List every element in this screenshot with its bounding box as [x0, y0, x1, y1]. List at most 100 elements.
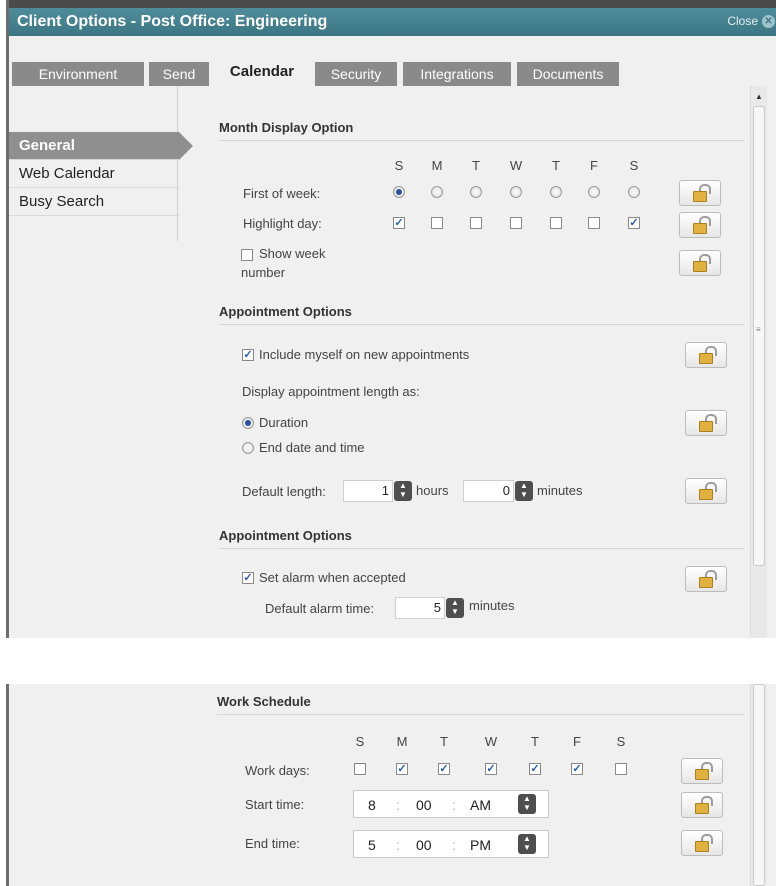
default-alarm-label: Default alarm time:: [265, 601, 375, 616]
start-time-input[interactable]: 8 : 00 : AM ▲ ▼: [353, 790, 549, 818]
vertical-scrollbar[interactable]: [750, 684, 767, 886]
divider: [219, 324, 745, 325]
end-time-input[interactable]: 5 : 00 : PM ▲ ▼: [353, 830, 549, 858]
day-header-wed: W: [484, 734, 498, 749]
scrollbar-thumb[interactable]: ≡: [753, 106, 765, 566]
start-hour[interactable]: 8: [368, 797, 376, 813]
day-header-thu: T: [531, 734, 539, 749]
tab-send[interactable]: Send: [149, 62, 209, 86]
display-length-label: Display appointment length as:: [242, 384, 420, 399]
minutes-stepper[interactable]: ▲ ▼: [515, 481, 533, 501]
day-header-mon: M: [431, 158, 443, 173]
sidebar-item-general[interactable]: General: [9, 132, 193, 160]
set-alarm-checkbox[interactable]: ✓: [242, 572, 254, 584]
divider: [219, 548, 745, 549]
workday-checkbox-sat[interactable]: [615, 763, 627, 775]
first-of-week-radio-sat[interactable]: [628, 186, 640, 198]
lock-button[interactable]: [685, 342, 727, 368]
vertical-scrollbar[interactable]: ▲ ≡: [750, 86, 767, 638]
lock-icon: [699, 421, 713, 432]
highlight-checkbox-mon[interactable]: [431, 217, 443, 229]
day-header-sun: S: [355, 734, 365, 749]
day-header-sat: S: [629, 158, 639, 173]
include-myself-checkbox[interactable]: ✓: [242, 349, 254, 361]
minutes-label: minutes: [537, 483, 583, 498]
minutes-input[interactable]: 0: [463, 480, 514, 502]
lock-icon: [695, 841, 709, 852]
first-of-week-label: First of week:: [243, 186, 321, 201]
show-week-number-label-2: number: [241, 265, 286, 280]
duration-radio[interactable]: [242, 417, 254, 429]
show-week-number-checkbox[interactable]: [241, 249, 253, 261]
day-header-sun: S: [394, 158, 404, 173]
workday-checkbox-thu[interactable]: ✓: [529, 763, 541, 775]
lock-button[interactable]: [681, 830, 723, 856]
alarm-minutes-input[interactable]: 5: [395, 597, 445, 619]
tab-security[interactable]: Security: [315, 62, 397, 86]
grip-icon: ≡: [756, 325, 761, 334]
lock-icon: [693, 191, 707, 202]
end-date-time-radio[interactable]: [242, 442, 254, 454]
day-header-fri: F: [590, 158, 598, 173]
first-of-week-radio-sun[interactable]: [393, 186, 405, 198]
work-schedule-heading: Work Schedule: [217, 694, 311, 709]
lock-button[interactable]: [685, 478, 727, 504]
hours-stepper[interactable]: ▲ ▼: [394, 481, 412, 501]
close-button[interactable]: Close ✕: [727, 14, 775, 28]
lock-button[interactable]: [679, 212, 721, 238]
lock-button[interactable]: [679, 250, 721, 276]
workday-checkbox-wed[interactable]: ✓: [485, 763, 497, 775]
highlight-checkbox-sat[interactable]: ✓: [628, 217, 640, 229]
highlight-checkbox-thu[interactable]: [550, 217, 562, 229]
time-separator: :: [396, 837, 400, 853]
workday-checkbox-fri[interactable]: ✓: [571, 763, 583, 775]
day-header-fri: F: [573, 734, 581, 749]
start-minute[interactable]: 00: [416, 797, 432, 813]
highlight-checkbox-wed[interactable]: [510, 217, 522, 229]
title-bar: Client Options - Post Office: Engineerin…: [9, 0, 776, 36]
tab-integrations[interactable]: Integrations: [403, 62, 511, 86]
tab-calendar[interactable]: Calendar: [215, 60, 309, 86]
time-separator: :: [396, 797, 400, 813]
lock-icon: [695, 769, 709, 780]
scrollbar-thumb[interactable]: [753, 684, 765, 886]
include-myself-label: Include myself on new appointments: [259, 347, 470, 362]
lock-button[interactable]: [679, 180, 721, 206]
end-hour[interactable]: 5: [368, 837, 376, 853]
close-label: Close: [727, 14, 758, 28]
start-ampm[interactable]: AM: [470, 797, 491, 813]
end-ampm[interactable]: PM: [470, 837, 491, 853]
time-separator: :: [452, 797, 456, 813]
workday-checkbox-tue[interactable]: ✓: [438, 763, 450, 775]
highlight-checkbox-tue[interactable]: [470, 217, 482, 229]
highlight-checkbox-fri[interactable]: [588, 217, 600, 229]
lock-icon: [699, 353, 713, 364]
lock-button[interactable]: [681, 792, 723, 818]
tab-bar: Environment Send Calendar Security Integ…: [9, 36, 776, 86]
lock-button[interactable]: [681, 758, 723, 784]
first-of-week-radio-thu[interactable]: [550, 186, 562, 198]
day-header-sat: S: [616, 734, 626, 749]
first-of-week-radio-wed[interactable]: [510, 186, 522, 198]
lock-button[interactable]: [685, 566, 727, 592]
tab-environment[interactable]: Environment: [12, 62, 144, 86]
sidebar-item-web-calendar[interactable]: Web Calendar: [9, 160, 179, 188]
workday-checkbox-sun[interactable]: [354, 763, 366, 775]
alarm-options-heading: Appointment Options: [219, 528, 352, 543]
dialog-title: Client Options - Post Office: Engineerin…: [17, 13, 328, 30]
highlight-checkbox-sun[interactable]: ✓: [393, 217, 405, 229]
first-of-week-radio-tue[interactable]: [470, 186, 482, 198]
sidebar-item-busy-search[interactable]: Busy Search: [9, 188, 179, 216]
start-time-stepper[interactable]: ▲ ▼: [518, 794, 536, 814]
alarm-minutes-stepper[interactable]: ▲ ▼: [446, 598, 464, 618]
scroll-up-arrow-icon[interactable]: ▲: [755, 92, 763, 101]
day-header-tue: T: [440, 734, 448, 749]
lock-button[interactable]: [685, 410, 727, 436]
workday-checkbox-mon[interactable]: ✓: [396, 763, 408, 775]
hours-input[interactable]: 1: [343, 480, 393, 502]
end-time-stepper[interactable]: ▲ ▼: [518, 834, 536, 854]
tab-documents[interactable]: Documents: [517, 62, 619, 86]
first-of-week-radio-fri[interactable]: [588, 186, 600, 198]
end-minute[interactable]: 00: [416, 837, 432, 853]
first-of-week-radio-mon[interactable]: [431, 186, 443, 198]
